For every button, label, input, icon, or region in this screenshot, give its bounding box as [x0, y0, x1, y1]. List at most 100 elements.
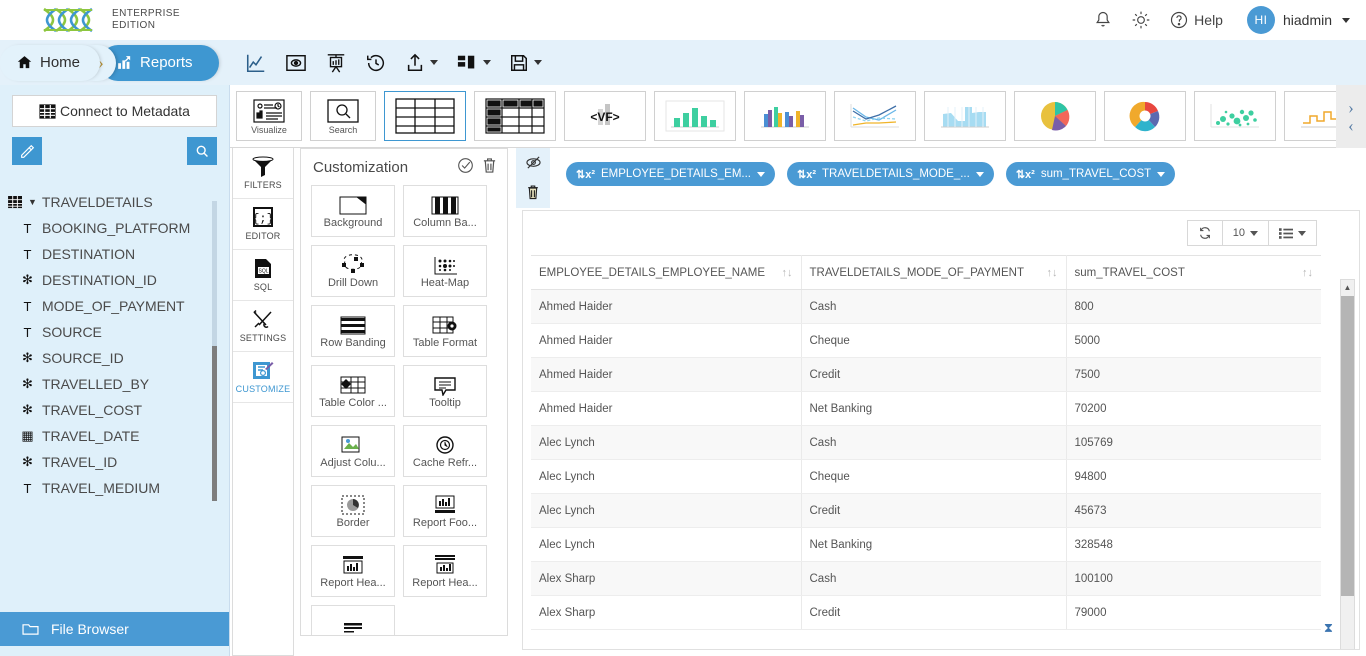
- sidebar-item-file-browser[interactable]: File Browser: [0, 612, 229, 646]
- trash-icon[interactable]: [482, 157, 497, 177]
- strip-prev-icon[interactable]: ‹: [1348, 117, 1354, 134]
- scroll-up-arrow[interactable]: ▲: [1341, 280, 1354, 295]
- table-row[interactable]: Alec Lynch Credit 45673: [531, 493, 1321, 528]
- table-row[interactable]: Alec Lynch Cash 105769: [531, 425, 1321, 460]
- customization-tile[interactable]: Row Banding: [311, 305, 395, 357]
- chart-type-area[interactable]: [924, 91, 1006, 141]
- dimension-chip[interactable]: ⇅x² EMPLOYEE_DETAILS_EM...: [566, 162, 775, 186]
- chart-type-vf[interactable]: <VF>: [564, 91, 646, 141]
- theme-brightness-icon[interactable]: [1131, 10, 1151, 30]
- chart-type-search[interactable]: Search: [310, 91, 376, 141]
- field-item[interactable]: T MODE_OF_PAYMENT: [8, 293, 230, 319]
- sort-toggle-icon[interactable]: ↑↓: [782, 267, 793, 279]
- dimension-chip[interactable]: ⇅x² sum_TRAVEL_COST: [1005, 162, 1176, 186]
- customization-tile[interactable]: Report Foo...: [403, 485, 487, 537]
- rail-item-sql[interactable]: SQL SQL: [233, 250, 293, 301]
- field-search-icon[interactable]: [187, 137, 217, 165]
- customization-tile[interactable]: [311, 605, 395, 635]
- field-item[interactable]: T TRAVEL_MEDIUM: [8, 475, 230, 501]
- report-lines-icon: [344, 622, 362, 632]
- field-item[interactable]: ✻ SOURCE_ID: [8, 345, 230, 371]
- breadcrumb-reports[interactable]: Reports: [100, 44, 219, 81]
- dimension-chip[interactable]: ⇅x² TRAVELDETAILS_MODE_...: [786, 162, 994, 186]
- field-item[interactable]: T SOURCE: [8, 319, 230, 345]
- field-list-scrollbar[interactable]: [212, 201, 217, 501]
- history-clock-icon[interactable]: [365, 52, 387, 74]
- column-chooser-button[interactable]: [1269, 221, 1316, 245]
- presentation-chart-icon[interactable]: [325, 52, 347, 74]
- page-size-selector[interactable]: 10: [1223, 221, 1269, 245]
- number-type-icon: ✻: [22, 402, 33, 417]
- table-row[interactable]: Ahmed Haider Cheque 5000: [531, 323, 1321, 358]
- user-menu[interactable]: HI hiadmin: [1246, 6, 1350, 34]
- connect-to-metadata-button[interactable]: Connect to Metadata: [12, 95, 217, 127]
- table-row[interactable]: Alec Lynch Cheque 94800: [531, 459, 1321, 494]
- customization-tile[interactable]: Report Hea...: [311, 545, 395, 597]
- customization-tile[interactable]: Heat-Map: [403, 245, 487, 297]
- brand-logo-group[interactable]: ENTERPRISE EDITION: [40, 7, 180, 33]
- field-label: TRAVEL_ID: [42, 454, 118, 470]
- table-row[interactable]: Ahmed Haider Cash 800: [531, 289, 1321, 324]
- grid-column-header[interactable]: EMPLOYEE_DETAILS_EMPLOYEE_NAME ↑↓: [531, 255, 802, 290]
- field-item[interactable]: T DESTINATION: [8, 241, 230, 267]
- chart-type-pie[interactable]: [1014, 91, 1096, 141]
- field-label: DESTINATION_ID: [42, 272, 157, 288]
- table-row[interactable]: Alec Lynch Net Banking 328548: [531, 527, 1321, 562]
- chart-type-column[interactable]: [744, 91, 826, 141]
- customization-tile[interactable]: Drill Down: [311, 245, 395, 297]
- field-item[interactable]: ✻ TRAVEL_ID: [8, 449, 230, 475]
- trash-icon[interactable]: [526, 184, 540, 203]
- customization-tile[interactable]: Tooltip: [403, 365, 487, 417]
- customization-tile[interactable]: Table Color ...: [311, 365, 395, 417]
- chart-type-visualize[interactable]: Visualize: [236, 91, 302, 141]
- grid-vertical-scrollbar[interactable]: ▲ ▼: [1340, 279, 1355, 649]
- chart-type-line[interactable]: [834, 91, 916, 141]
- layout-columns-icon[interactable]: [456, 53, 491, 73]
- table-row[interactable]: Ahmed Haider Net Banking 70200: [531, 391, 1321, 426]
- customization-tile[interactable]: Cache Refr...: [403, 425, 487, 477]
- grid-column-header[interactable]: sum_TRAVEL_COST ↑↓: [1066, 255, 1321, 290]
- customization-tile[interactable]: Column Ba...: [403, 185, 487, 237]
- eye-slash-icon[interactable]: [525, 155, 542, 173]
- field-item[interactable]: ✻ DESTINATION_ID: [8, 267, 230, 293]
- refresh-button[interactable]: [1188, 221, 1223, 245]
- field-item[interactable]: ✻ TRAVEL_COST: [8, 397, 230, 423]
- customization-tile[interactable]: Adjust Colu...: [311, 425, 395, 477]
- rail-item-settings[interactable]: SETTINGS: [233, 301, 293, 352]
- field-item[interactable]: ✻ TRAVELLED_BY: [8, 371, 230, 397]
- table-row[interactable]: Alex Sharp Credit 79000: [531, 595, 1321, 630]
- table-row[interactable]: Ahmed Haider Credit 7500: [531, 357, 1321, 392]
- rail-item-editor[interactable]: {;} EDITOR: [233, 199, 293, 250]
- strip-next-icon[interactable]: ›: [1348, 99, 1354, 116]
- chart-type-bubble[interactable]: [1194, 91, 1276, 141]
- line-chart-icon[interactable]: [245, 52, 267, 74]
- chart-type-pivot-table[interactable]: [474, 91, 556, 141]
- export-share-icon[interactable]: [405, 52, 438, 74]
- grid-column-header[interactable]: TRAVELDETAILS_MODE_OF_PAYMENT ↑↓: [801, 255, 1067, 290]
- field-list-root[interactable]: ▼ TRAVELDETAILS: [8, 189, 230, 215]
- table-row[interactable]: Alex Sharp Cash 100100: [531, 561, 1321, 596]
- customization-tile[interactable]: Report Hea...: [403, 545, 487, 597]
- bell-icon[interactable]: [1093, 10, 1113, 30]
- field-item[interactable]: T BOOKING_PLATFORM: [8, 215, 230, 241]
- chart-type-bar[interactable]: [654, 91, 736, 141]
- field-item[interactable]: ▦ TRAVEL_DATE: [8, 423, 230, 449]
- customization-tile[interactable]: Table Format: [403, 305, 487, 357]
- customization-tile[interactable]: Border: [311, 485, 395, 537]
- preview-eye-icon[interactable]: [285, 53, 307, 73]
- customization-tile[interactable]: Background: [311, 185, 395, 237]
- check-circle-icon[interactable]: [457, 157, 474, 177]
- rail-item-filters[interactable]: FILTERS: [233, 148, 293, 199]
- field-list-scroll-thumb[interactable]: [212, 346, 217, 501]
- grid-scroll-thumb[interactable]: [1341, 296, 1354, 596]
- chart-type-table[interactable]: [384, 91, 466, 141]
- rail-item-customize[interactable]: CUSTOMIZE: [233, 352, 293, 403]
- chart-type-donut[interactable]: [1104, 91, 1186, 141]
- edit-pencil-icon[interactable]: [12, 137, 42, 165]
- sort-toggle-icon[interactable]: ↑↓: [1047, 267, 1058, 279]
- help-button[interactable]: Help: [1169, 10, 1223, 30]
- sort-toggle-icon[interactable]: ↑↓: [1302, 267, 1313, 279]
- save-disk-icon[interactable]: [509, 53, 542, 73]
- field-item[interactable]: TTRAVEL_TYPE: [8, 501, 230, 505]
- breadcrumb-home[interactable]: Home: [0, 44, 101, 81]
